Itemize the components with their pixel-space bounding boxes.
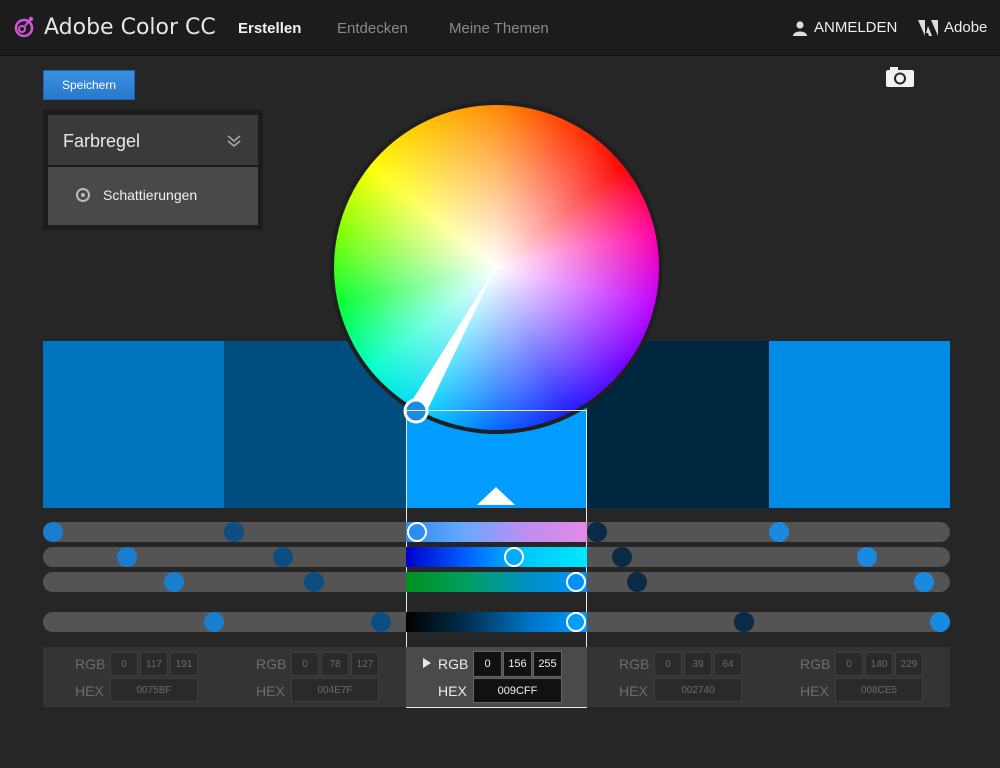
slider-knob-active[interactable]: [504, 547, 524, 567]
nav-meine-themen[interactable]: Meine Themen: [449, 20, 549, 37]
swatch-5[interactable]: [769, 341, 950, 508]
slider-knob[interactable]: [627, 572, 647, 592]
radio-icon[interactable]: [76, 188, 90, 202]
color-rule-panel: Farbregel Schattierungen: [43, 110, 263, 230]
user-icon: [793, 20, 807, 36]
r-field[interactable]: 0: [110, 652, 138, 676]
rgb-label: RGB: [800, 656, 831, 672]
adobe-label: Adobe: [944, 19, 988, 36]
signin-label: ANMELDEN: [814, 19, 898, 36]
wheel-pointer[interactable]: [330, 101, 663, 434]
g-field[interactable]: 39: [684, 652, 712, 676]
caret-right-icon: [423, 658, 431, 668]
hex-label: HEX: [256, 683, 285, 699]
rgb-label: RGB: [619, 656, 650, 672]
hex-label: HEX: [800, 683, 829, 699]
rgb-label: RGB: [75, 656, 106, 672]
hex-label: HEX: [75, 683, 104, 699]
adobe-link[interactable]: Adobe: [918, 19, 987, 36]
swatch-1[interactable]: [43, 341, 224, 508]
adobe-logo-icon: [918, 19, 938, 36]
b-field[interactable]: 64: [714, 652, 742, 676]
slider-knob[interactable]: [43, 522, 63, 542]
nav-erstellen[interactable]: Erstellen: [238, 20, 301, 37]
app-title[interactable]: Adobe Color CC: [44, 15, 216, 40]
slider-knob[interactable]: [204, 612, 224, 632]
hex-label: HEX: [619, 683, 648, 699]
slider-knob[interactable]: [273, 547, 293, 567]
slider-knob[interactable]: [224, 522, 244, 542]
slider-knob[interactable]: [769, 522, 789, 542]
g-field[interactable]: 117: [140, 652, 168, 676]
slider-knob[interactable]: [930, 612, 950, 632]
slider-brightness-segment[interactable]: [406, 612, 587, 632]
g-field[interactable]: 140: [865, 652, 893, 676]
slider-knob-active[interactable]: [407, 522, 427, 542]
rule-option-shades[interactable]: Schattierungen: [48, 167, 258, 225]
wheel-handle[interactable]: [403, 398, 429, 424]
hex-field[interactable]: 0075BF: [110, 678, 198, 702]
nav-entdecken[interactable]: Entdecken: [337, 20, 408, 37]
slider-knob[interactable]: [117, 547, 137, 567]
color-wheel[interactable]: [330, 101, 663, 434]
g-field-active[interactable]: 156: [503, 651, 532, 677]
slider-hue-segment[interactable]: [406, 522, 587, 542]
b-field[interactable]: 229: [895, 652, 923, 676]
slider-knob[interactable]: [734, 612, 754, 632]
slider-green-segment[interactable]: [406, 572, 587, 592]
hex-field[interactable]: 002740: [654, 678, 742, 702]
color-rule-dropdown[interactable]: Farbregel: [48, 115, 258, 165]
r-field[interactable]: 0: [291, 652, 319, 676]
camera-icon[interactable]: [885, 66, 915, 88]
slider-knob[interactable]: [164, 572, 184, 592]
rgb-label-active: RGB: [438, 656, 469, 672]
r-field-active[interactable]: 0: [473, 651, 502, 677]
slider-saturation-segment[interactable]: [406, 547, 587, 567]
top-bar: Adobe Color CC Erstellen Entdecken Meine…: [0, 0, 1000, 56]
slider-knob[interactable]: [304, 572, 324, 592]
b-field[interactable]: 127: [351, 652, 379, 676]
slider-knob[interactable]: [914, 572, 934, 592]
slider-knob[interactable]: [587, 522, 607, 542]
hex-field[interactable]: 008CE5: [835, 678, 923, 702]
b-field[interactable]: 191: [170, 652, 198, 676]
r-field[interactable]: 0: [654, 652, 682, 676]
slider-knob-active[interactable]: [566, 612, 586, 632]
slider-knob[interactable]: [371, 612, 391, 632]
rule-option-label: Schattierungen: [103, 187, 198, 203]
active-swatch-indicator-icon: [477, 487, 515, 505]
g-field[interactable]: 78: [321, 652, 349, 676]
save-button[interactable]: Speichern: [43, 70, 135, 100]
signin-link[interactable]: ANMELDEN: [792, 19, 897, 36]
rgb-label: RGB: [256, 656, 287, 672]
color-rule-title: Farbregel: [63, 131, 141, 151]
hex-field-active[interactable]: 009CFF: [473, 678, 562, 703]
adobe-color-logo-icon[interactable]: [12, 15, 36, 39]
slider-knob[interactable]: [612, 547, 632, 567]
hex-field[interactable]: 004E7F: [291, 678, 379, 702]
slider-knob[interactable]: [857, 547, 877, 567]
r-field[interactable]: 0: [835, 652, 863, 676]
slider-knob-active[interactable]: [566, 572, 586, 592]
chevron-down-icon: [227, 135, 241, 148]
b-field-active[interactable]: 255: [533, 651, 562, 677]
hex-label-active: HEX: [438, 683, 467, 699]
